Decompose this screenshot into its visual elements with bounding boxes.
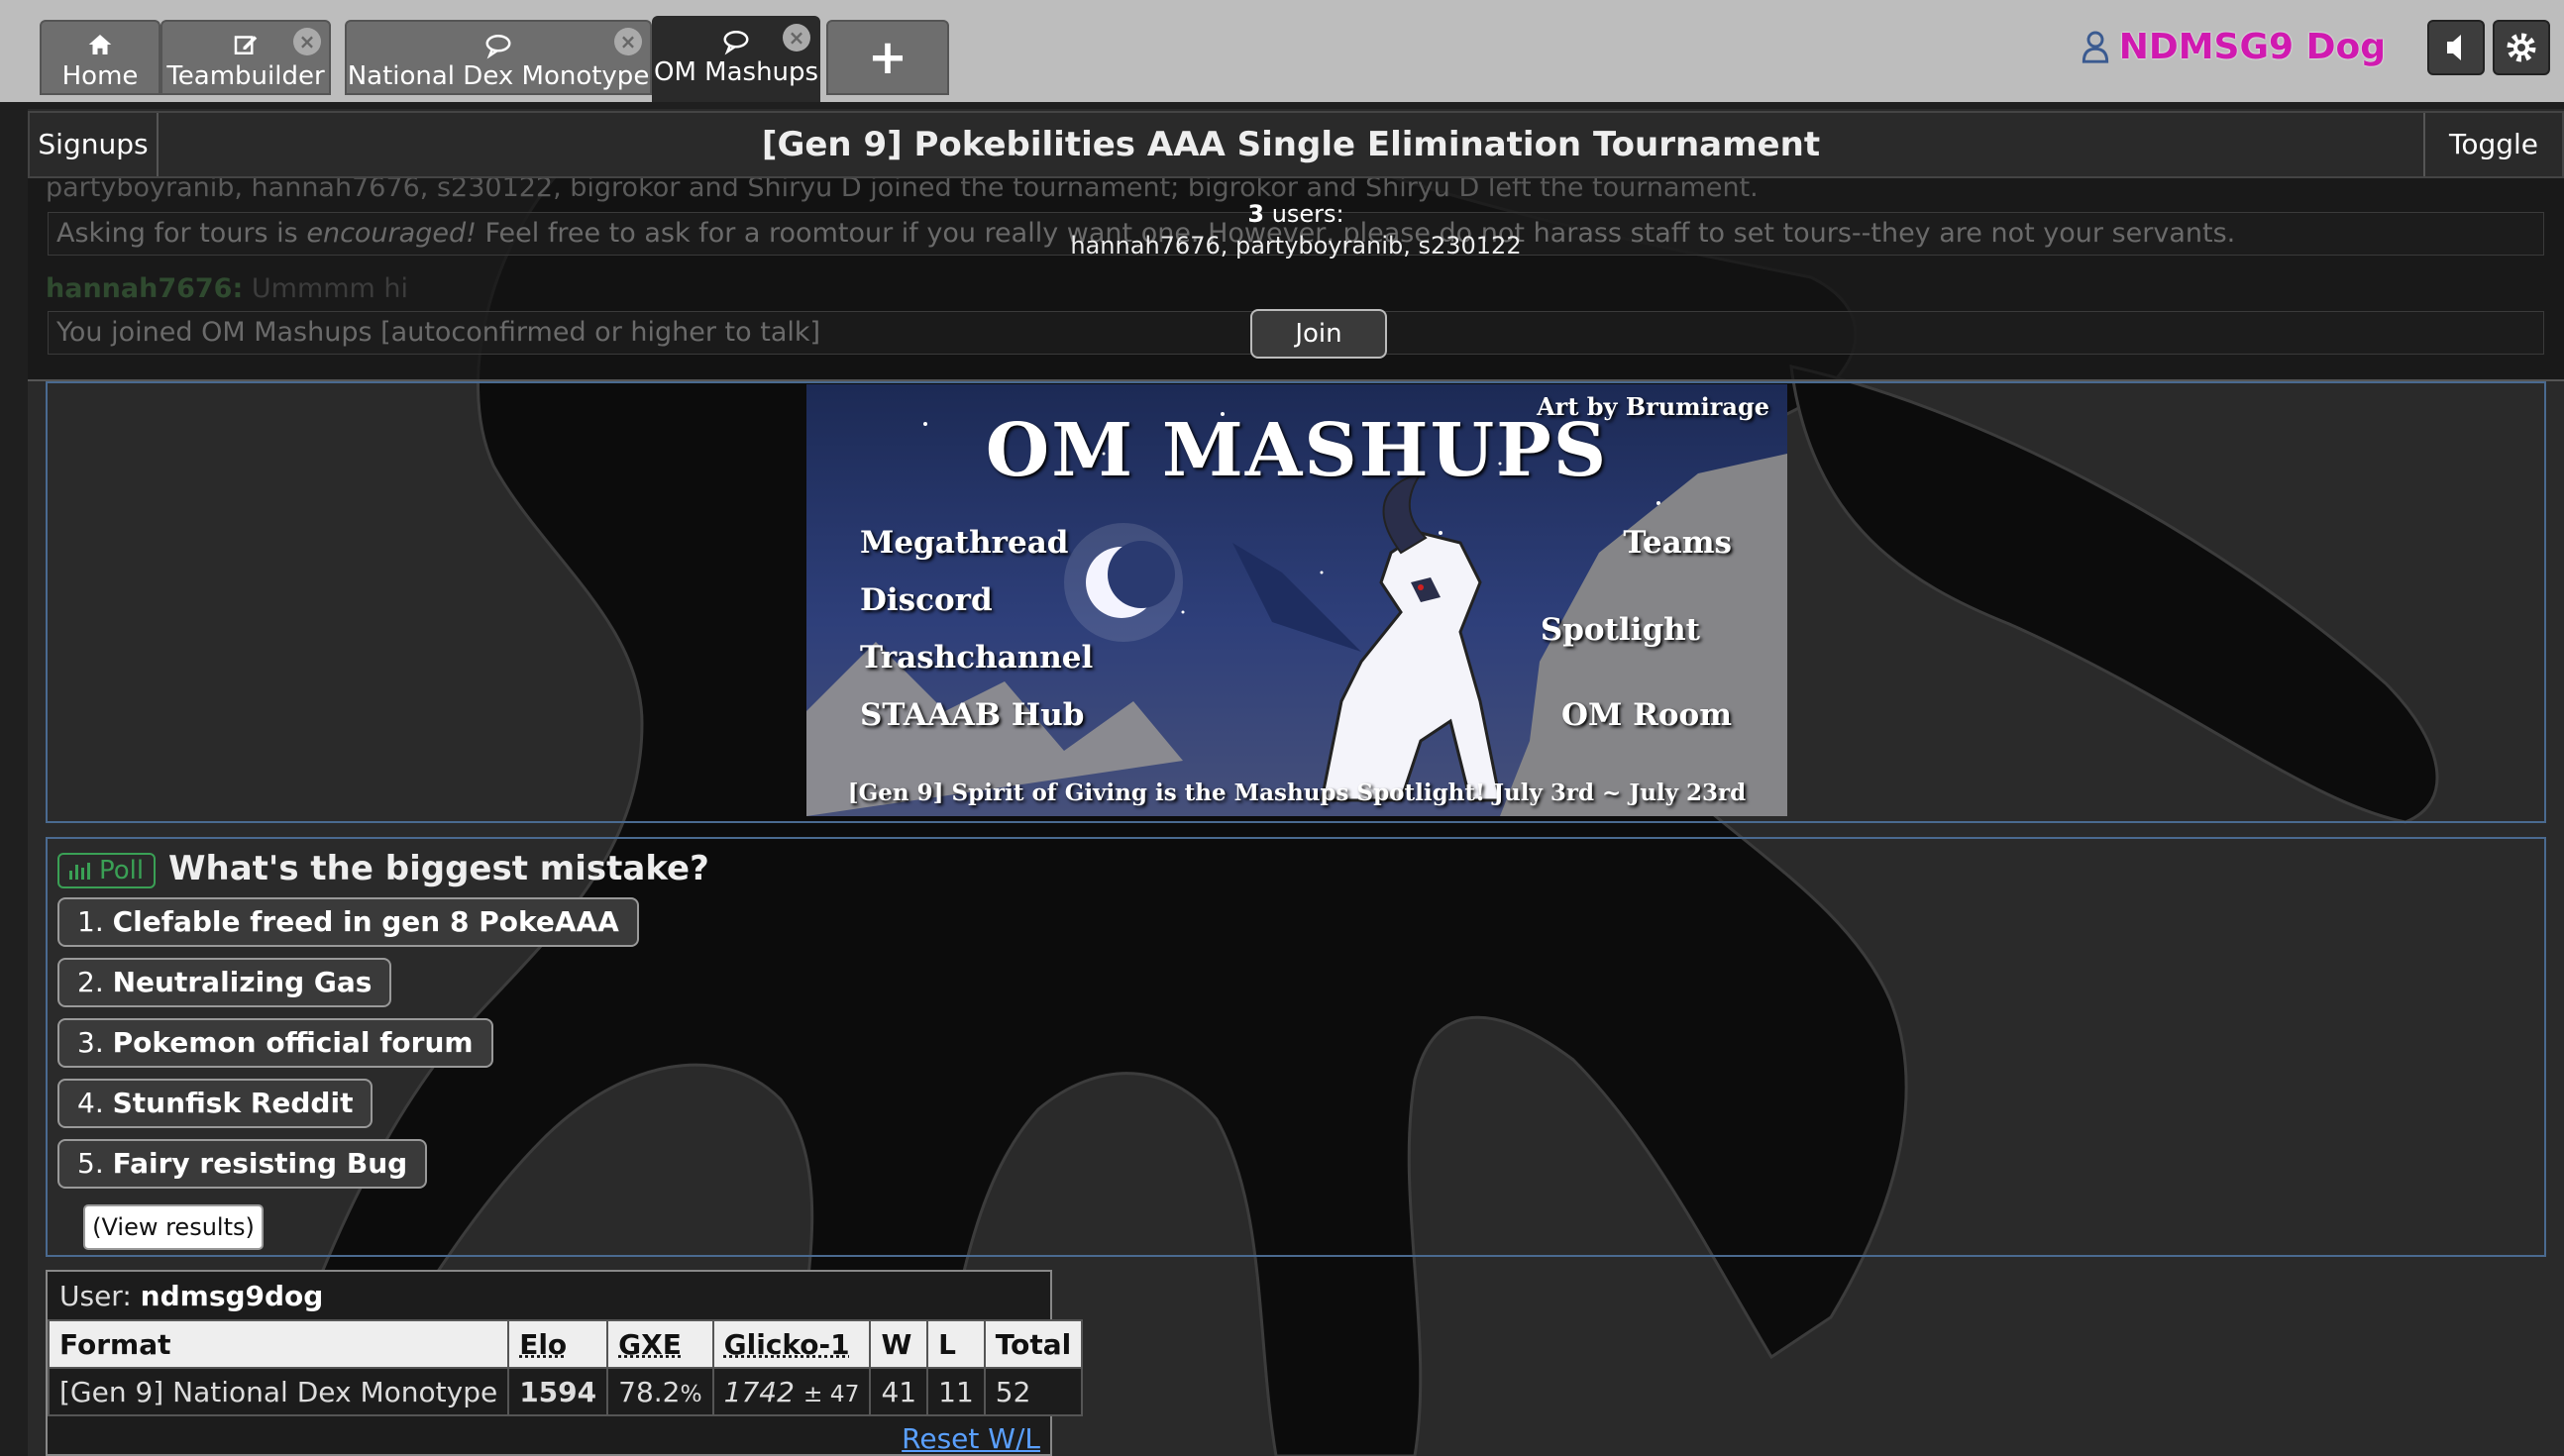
users-count-label: users: [1271,200,1344,228]
speaker-icon [2447,35,2461,60]
ladder-username: ndmsg9dog [140,1280,324,1312]
poll-option-3[interactable]: 3. Pokemon official forum [57,1018,493,1068]
tournament-users-list: hannah7676, partyboyranib, s230122 [1070,232,1522,260]
close-icon[interactable]: × [783,24,810,52]
cell-wins: 41 [869,1367,929,1416]
ladder-stats: User: ndmsg9dog Format Elo GXE Glicko-1 … [46,1270,1084,1456]
poll-option-label: Pokemon official forum [112,1026,474,1059]
poll-option-label: Stunfisk Reddit [112,1087,354,1119]
poll-option-5[interactable]: 5. Fairy resisting Bug [57,1139,428,1189]
join-tournament-button[interactable]: Join [1250,309,1387,359]
ladder-table: Format Elo GXE Glicko-1 W L Total [Gen 9… [47,1319,1084,1416]
poll-option-number: 3. [77,1026,104,1059]
poll-option-4[interactable]: 4. Stunfisk Reddit [57,1079,374,1128]
elo-value: 1594 [519,1375,597,1408]
spotlight-link[interactable]: Spotlight [1541,612,1700,648]
tab-home[interactable]: Home [40,20,160,95]
cell-total: 52 [983,1367,1084,1416]
chat-text: Ummmm hi [251,273,409,304]
staaab-hub-link[interactable]: STAAAB Hub [860,697,1084,733]
settings-button[interactable] [2493,20,2550,75]
poll-option-1[interactable]: 1. Clefable freed in gen 8 PokeAAA [57,897,639,947]
tournament-title: [Gen 9] Pokebilities AAA Single Eliminat… [761,125,1821,164]
banner-footer: [Gen 9] Spirit of Giving is the Mashups … [847,780,1747,806]
table-row: [Gen 9] National Dex Monotype 1594 78.2%… [47,1367,1084,1416]
sound-button[interactable] [2427,20,2485,75]
username[interactable]: NDMSG9 Dog [2119,27,2386,67]
om-room-link[interactable]: OM Room [1561,697,1732,733]
chat-message: hannah7676: Ummmm hi [46,273,408,304]
tab-om-mashups[interactable]: OM Mashups × [652,16,820,102]
ladder-user-label: User: [59,1280,132,1312]
teams-link[interactable]: Teams [1623,525,1732,561]
close-icon[interactable]: × [614,28,642,55]
poll-tag-label: Poll [99,856,145,885]
gxe-unit: % [680,1379,702,1407]
home-icon [88,35,112,54]
top-bar: Home Teambuilder × National Dex Monotype… [0,0,2564,102]
poll-option-number: 1. [77,905,104,938]
header-wins: W [869,1319,929,1369]
poll-option-number: 2. [77,966,104,998]
close-icon[interactable]: × [293,28,321,55]
tournament-panel: partyboyranib, hannah7676, s230122, bigr… [28,178,2564,381]
om-mashups-banner: OM MASHUPS Art by Brumirage Megathread D… [806,384,1787,816]
glicko-value: 1742 [723,1375,795,1408]
poll-box: Poll What's the biggest mistake? 1. Clef… [46,837,2546,1257]
new-tab-button[interactable]: + [826,20,949,95]
user-icon [2082,31,2108,63]
tab-teambuilder[interactable]: Teambuilder × [160,20,331,95]
tab-national-dex-monotype[interactable]: National Dex Monotype × [345,20,652,95]
poll-option-label: Fairy resisting Bug [112,1147,408,1180]
poll-option-number: 5. [77,1147,104,1180]
table-header-row: Format Elo GXE Glicko-1 W L Total [47,1319,1084,1369]
cell-losses: 11 [926,1367,986,1416]
glicko-deviation: ± 47 [802,1379,860,1407]
signups-button[interactable]: Signups [30,113,159,176]
gxe-value: 78.2 [618,1375,681,1408]
trashchannel-link[interactable]: Trashchannel [860,640,1093,676]
edit-icon [234,36,258,54]
reset-wl-link[interactable]: Reset W/L [902,1422,1040,1455]
poll-option-label: Clefable freed in gen 8 PokeAAA [112,905,619,938]
chat-icon [723,31,749,55]
chat-icon [485,35,511,59]
cell-format: [Gen 9] National Dex Monotype [47,1367,510,1416]
header-total: Total [983,1319,1084,1369]
toggle-button[interactable]: Toggle [2423,113,2562,176]
poll-option-label: Neutralizing Gas [112,966,373,998]
header-elo: Elo [507,1319,609,1369]
cell-glicko: 1742 ± 47 [711,1367,872,1416]
cell-gxe: 78.2% [606,1367,714,1416]
gear-icon [2507,33,2536,62]
poll-tag: Poll [57,853,157,888]
view-results-button[interactable]: (View results) [83,1204,264,1250]
tournament-users-count: 3 users: [28,200,2564,228]
plus-icon: + [867,30,908,85]
header-losses: L [926,1319,986,1369]
poll-question: What's the biggest mistake? [168,849,709,888]
tab-om-label: OM Mashups [654,57,819,87]
tab-teambuilder-label: Teambuilder [166,61,325,91]
cell-elo: 1594 [507,1367,609,1416]
header-gxe: GXE [606,1319,714,1369]
ladder-user: User: ndmsg9dog [59,1280,323,1312]
poll-option-2[interactable]: 2. Neutralizing Gas [57,958,392,1007]
user-area[interactable]: NDMSG9 Dog [2082,22,2386,71]
tab-home-label: Home [61,61,139,91]
header-format: Format [47,1319,510,1369]
tab-natdex-label: National Dex Monotype [347,61,650,91]
tournament-header: Signups [Gen 9] Pokebilities AAA Single … [28,111,2564,178]
chat-user: hannah7676: [46,273,244,304]
discord-link[interactable]: Discord [860,582,993,618]
users-count-number: 3 [1247,200,1265,228]
banner-art-credit: Art by Brumirage [1537,392,1769,421]
header-glicko: Glicko-1 [711,1319,872,1369]
megathread-link[interactable]: Megathread [860,525,1068,561]
bar-chart-icon [69,863,90,880]
poll-option-number: 4. [77,1087,104,1119]
